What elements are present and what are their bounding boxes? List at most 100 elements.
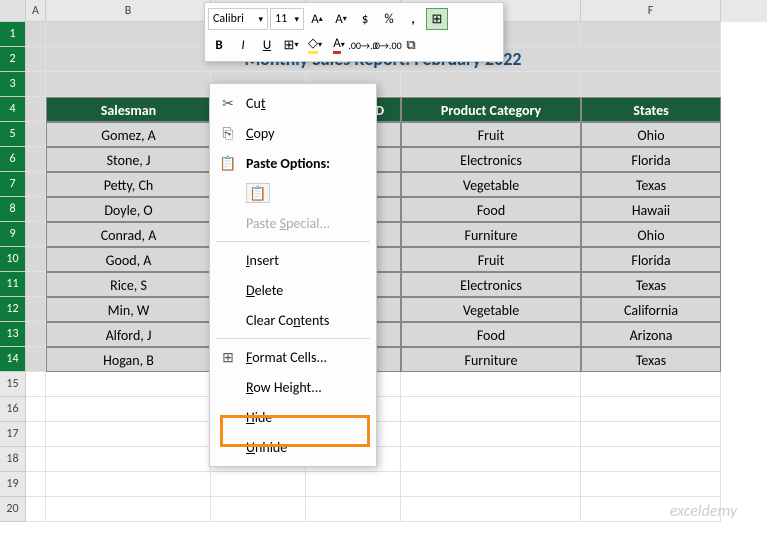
cell-B19[interactable] xyxy=(46,472,211,497)
row-header-20[interactable]: 20 xyxy=(0,497,26,522)
fill-color-icon[interactable]: ◇▾ xyxy=(304,34,326,56)
decrease-decimal-icon[interactable]: .00→.0 xyxy=(352,34,374,56)
cell-E6[interactable]: Electronics xyxy=(401,147,581,172)
cell-E16[interactable] xyxy=(401,397,581,422)
row-header-9[interactable]: 9 xyxy=(0,222,26,247)
cell-B16[interactable] xyxy=(46,397,211,422)
cell-B9[interactable]: Conrad, A xyxy=(46,222,211,247)
cell-A14[interactable] xyxy=(26,347,46,372)
cell-A10[interactable] xyxy=(26,247,46,272)
cell-A11[interactable] xyxy=(26,272,46,297)
cell-A12[interactable] xyxy=(26,297,46,322)
cell-A18[interactable] xyxy=(26,447,46,472)
merge-center-icon[interactable]: ⧉ xyxy=(400,34,422,56)
cell-E18[interactable] xyxy=(401,447,581,472)
row-header-18[interactable]: 18 xyxy=(0,447,26,472)
menu-row-height[interactable]: Row Height... xyxy=(210,372,376,402)
cell-F15[interactable] xyxy=(581,372,721,397)
decrease-font-icon[interactable]: A▾ xyxy=(330,8,352,30)
cell-F18[interactable] xyxy=(581,447,721,472)
menu-format-cells[interactable]: ⊞Format Cells... xyxy=(210,342,376,372)
menu-paste-btn[interactable]: 📋 xyxy=(210,178,376,208)
italic-icon[interactable]: I xyxy=(232,34,254,56)
row-header-14[interactable]: 14 xyxy=(0,347,26,372)
menu-insert[interactable]: Insert xyxy=(210,245,376,275)
col-header-F[interactable]: F xyxy=(581,0,721,22)
row-header-8[interactable]: 8 xyxy=(0,197,26,222)
cell-F7[interactable]: Texas xyxy=(581,172,721,197)
cell-E7[interactable]: Vegetable xyxy=(401,172,581,197)
row-header-15[interactable]: 15 xyxy=(0,372,26,397)
cell-A3[interactable] xyxy=(26,72,46,97)
row-header-10[interactable]: 10 xyxy=(0,247,26,272)
menu-copy[interactable]: ⎘Copy xyxy=(210,118,376,148)
cell-A15[interactable] xyxy=(26,372,46,397)
row-header-19[interactable]: 19 xyxy=(0,472,26,497)
cell-E8[interactable]: Food xyxy=(401,197,581,222)
cell-F6[interactable]: Florida xyxy=(581,147,721,172)
underline-icon[interactable]: U xyxy=(256,34,278,56)
row-header-6[interactable]: 6 xyxy=(0,147,26,172)
cell-B20[interactable] xyxy=(46,497,211,522)
cell-E13[interactable]: Food xyxy=(401,322,581,347)
cell-A5[interactable] xyxy=(26,122,46,147)
cell-A19[interactable] xyxy=(26,472,46,497)
cell-A9[interactable] xyxy=(26,222,46,247)
row-header-16[interactable]: 16 xyxy=(0,397,26,422)
fontsize-combo[interactable]: 11 ▾ xyxy=(270,8,304,30)
cell-B15[interactable] xyxy=(46,372,211,397)
percent-format-icon[interactable]: % xyxy=(378,8,400,30)
cell-B12[interactable]: Min, W xyxy=(46,297,211,322)
cell-F1[interactable] xyxy=(581,22,721,47)
cell-F12[interactable]: California xyxy=(581,297,721,322)
menu-delete[interactable]: Delete xyxy=(210,275,376,305)
row-header-7[interactable]: 7 xyxy=(0,172,26,197)
cell-B10[interactable]: Good, A xyxy=(46,247,211,272)
row-header-2[interactable]: 2 xyxy=(0,47,26,72)
cell-C19[interactable] xyxy=(211,472,306,497)
cell-E9[interactable]: Furniture xyxy=(401,222,581,247)
cell-F3[interactable] xyxy=(581,72,721,97)
cell-F17[interactable] xyxy=(581,422,721,447)
col-header-A[interactable]: A xyxy=(26,0,46,22)
select-all-corner[interactable] xyxy=(0,0,26,22)
cell-D20[interactable] xyxy=(306,497,401,522)
cell-A16[interactable] xyxy=(26,397,46,422)
cell-F5[interactable]: Ohio xyxy=(581,122,721,147)
cell-E15[interactable] xyxy=(401,372,581,397)
cell-E4[interactable]: Product Category xyxy=(401,97,581,122)
font-combo[interactable]: Calibri ▾ xyxy=(208,8,268,30)
cell-E11[interactable]: Electronics xyxy=(401,272,581,297)
cell-E3[interactable] xyxy=(401,72,581,97)
cell-B6[interactable]: Stone, J xyxy=(46,147,211,172)
cell-B17[interactable] xyxy=(46,422,211,447)
cell-F14[interactable]: Texas xyxy=(581,347,721,372)
menu-cut[interactable]: ✂Cut xyxy=(210,88,376,118)
cell-D19[interactable] xyxy=(306,472,401,497)
comma-format-icon[interactable]: , xyxy=(402,8,424,30)
cell-E10[interactable]: Fruit xyxy=(401,247,581,272)
menu-clear-contents[interactable]: Clear Contents xyxy=(210,305,376,335)
cell-F13[interactable]: Arizona xyxy=(581,322,721,347)
cell-A1[interactable] xyxy=(26,22,46,47)
row-header-17[interactable]: 17 xyxy=(0,422,26,447)
cell-B4[interactable]: Salesman xyxy=(46,97,211,122)
cell-C20[interactable] xyxy=(211,497,306,522)
cell-E14[interactable]: Furniture xyxy=(401,347,581,372)
bold-icon[interactable]: B xyxy=(208,34,230,56)
font-color-icon[interactable]: A▾ xyxy=(328,34,350,56)
cell-F10[interactable]: Florida xyxy=(581,247,721,272)
cell-B7[interactable]: Petty, Ch xyxy=(46,172,211,197)
borders-icon[interactable]: ⊞▾ xyxy=(280,34,302,56)
row-header-4[interactable]: 4 xyxy=(0,97,26,122)
row-header-12[interactable]: 12 xyxy=(0,297,26,322)
cell-B13[interactable]: Alford, J xyxy=(46,322,211,347)
increase-decimal-icon[interactable]: .0→.00 xyxy=(376,34,398,56)
cell-F11[interactable]: Texas xyxy=(581,272,721,297)
row-header-1[interactable]: 1 xyxy=(0,22,26,47)
cell-B14[interactable]: Hogan, B xyxy=(46,347,211,372)
cell-E20[interactable] xyxy=(401,497,581,522)
cell-F16[interactable] xyxy=(581,397,721,422)
cell-B5[interactable]: Gomez, A xyxy=(46,122,211,147)
cell-B11[interactable]: Rice, S xyxy=(46,272,211,297)
